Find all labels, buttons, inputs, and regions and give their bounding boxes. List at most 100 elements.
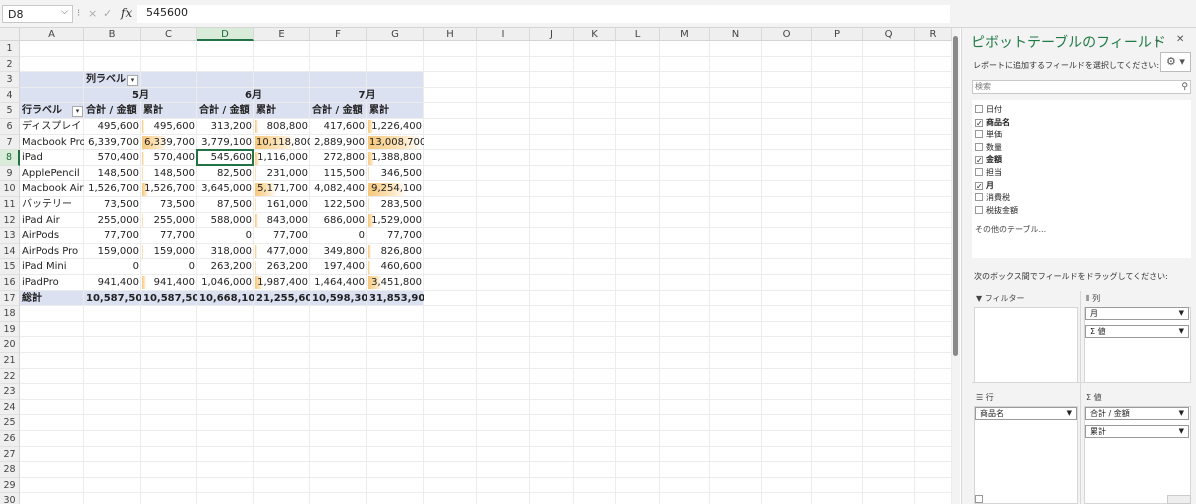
- pivot-value-cell[interactable]: 477,000: [254, 244, 310, 260]
- row-header-9[interactable]: 9: [0, 165, 20, 182]
- field-item[interactable]: 消費税: [975, 192, 1010, 204]
- pivot-value-cell[interactable]: 231,000: [254, 166, 310, 182]
- row-header-11[interactable]: 11: [0, 197, 20, 213]
- column-header-r[interactable]: R: [915, 28, 952, 41]
- pivot-value-cell[interactable]: 1,388,800: [367, 150, 424, 166]
- row-header-14[interactable]: 14: [0, 243, 20, 260]
- formula-input[interactable]: 545600: [137, 5, 950, 23]
- pivot-value-cell[interactable]: 73,500: [84, 197, 141, 213]
- pivot-row-label[interactable]: iPad Air: [20, 213, 84, 229]
- pivot-value-cell[interactable]: 588,000: [197, 213, 254, 229]
- pivot-value-cell[interactable]: 1,464,400: [310, 275, 367, 291]
- row-header-21[interactable]: 21: [0, 353, 20, 369]
- column-header-j[interactable]: J: [530, 28, 574, 41]
- column-header-d[interactable]: D: [197, 28, 254, 41]
- pivot-row-label[interactable]: Macbook Pro: [20, 135, 84, 151]
- pivot-value-cell[interactable]: 255,000: [141, 213, 197, 229]
- column-header-e[interactable]: E: [254, 28, 310, 41]
- pivot-value-cell[interactable]: 1,526,700: [84, 181, 141, 197]
- vertical-scrollbar[interactable]: [952, 28, 960, 504]
- pivot-value-cell[interactable]: 9,254,100: [367, 181, 424, 197]
- chevron-down-icon[interactable]: ⌄: [1153, 34, 1161, 45]
- chevron-down-icon[interactable]: ▼: [1179, 308, 1184, 319]
- row-header-28[interactable]: 28: [0, 462, 20, 478]
- pivot-row-label[interactable]: iPad: [20, 150, 84, 166]
- pivot-value-cell[interactable]: 13,008,700: [367, 135, 424, 151]
- field-item[interactable]: 担当: [975, 167, 1002, 179]
- column-header-o[interactable]: O: [762, 28, 812, 41]
- pivot-value-cell[interactable]: 3,451,800: [367, 275, 424, 291]
- row-header-5[interactable]: 5: [0, 103, 20, 119]
- row-header-13[interactable]: 13: [0, 228, 20, 244]
- column-header-q[interactable]: Q: [863, 28, 915, 41]
- chevron-down-icon[interactable]: ▼: [1179, 408, 1184, 419]
- insert-function-icon[interactable]: fx: [121, 6, 132, 20]
- defer-layout-update-checkbox[interactable]: [975, 495, 986, 504]
- pivot-value-cell[interactable]: 159,000: [141, 244, 197, 260]
- chevron-down-icon[interactable]: ▼: [1179, 426, 1184, 437]
- filter-dropdown-icon[interactable]: ▾: [127, 74, 138, 86]
- enter-icon[interactable]: ✓: [103, 7, 112, 20]
- pivot-value-cell[interactable]: 826,800: [367, 244, 424, 260]
- pivot-value-cell[interactable]: 1,046,000: [197, 275, 254, 291]
- pivot-value-cell[interactable]: 570,400: [141, 150, 197, 166]
- pivot-value-header[interactable]: 合計 / 金額: [310, 103, 367, 119]
- pivot-value-cell[interactable]: 82,500: [197, 166, 254, 182]
- pivot-value-cell[interactable]: 0: [197, 228, 254, 244]
- pivot-row-label[interactable]: iPad Mini: [20, 259, 84, 275]
- pivot-value-cell[interactable]: 3,779,100: [197, 135, 254, 151]
- pivot-value-header[interactable]: 累計: [367, 103, 424, 119]
- pivot-value-cell[interactable]: 5,171,700: [254, 181, 310, 197]
- values-field-cumulative[interactable]: 累計 ▼: [1085, 425, 1189, 438]
- chevron-down-icon[interactable]: ▼: [1179, 326, 1184, 337]
- pivot-value-cell[interactable]: 1,226,400: [367, 119, 424, 135]
- gear-icon[interactable]: ⚙ ▾: [1160, 52, 1191, 72]
- pivot-value-cell[interactable]: 77,700: [254, 228, 310, 244]
- pivot-value-cell[interactable]: 272,800: [310, 150, 367, 166]
- row-header-10[interactable]: 10: [0, 181, 20, 197]
- pivot-value-cell[interactable]: 0: [84, 259, 141, 275]
- worksheet-grid[interactable]: A B C D E F G H I J K L M N O P Q R 1 2 3 4 5 6 7 8 9 10 11 12 13 14 15 1…: [0, 28, 952, 504]
- pivot-value-cell[interactable]: 263,200: [254, 259, 310, 275]
- update-button[interactable]: [1167, 495, 1191, 504]
- pivot-value-header[interactable]: 合計 / 金額: [197, 103, 254, 119]
- row-header-30[interactable]: 30: [0, 493, 20, 504]
- row-header-8[interactable]: 8: [0, 150, 20, 166]
- pivot-value-cell[interactable]: 159,000: [84, 244, 141, 260]
- pivot-value-cell[interactable]: 843,000: [254, 213, 310, 229]
- row-header-12[interactable]: 12: [0, 212, 20, 229]
- field-item[interactable]: 数量: [975, 142, 1002, 154]
- checkbox[interactable]: [975, 205, 983, 214]
- checkbox[interactable]: ✓: [975, 156, 983, 165]
- pivot-value-cell[interactable]: 148,500: [84, 166, 141, 182]
- pivot-row-label[interactable]: ディスプレイ: [20, 119, 84, 135]
- pivot-grand-total-value[interactable]: 10,587,500: [141, 291, 197, 307]
- checkbox[interactable]: [975, 495, 983, 503]
- row-header-3[interactable]: 3: [0, 72, 20, 88]
- pivot-value-header[interactable]: 累計: [141, 103, 197, 119]
- column-header-k[interactable]: K: [574, 28, 616, 41]
- row-header-18[interactable]: 18: [0, 306, 20, 322]
- row-header-15[interactable]: 15: [0, 259, 20, 275]
- name-box[interactable]: D8 ⌵: [2, 5, 73, 23]
- pivot-row-label[interactable]: Macbook Air: [20, 181, 84, 197]
- pivot-value-cell[interactable]: 417,600: [310, 119, 367, 135]
- chevron-down-icon[interactable]: ▼: [1067, 408, 1072, 419]
- row-header-2[interactable]: 2: [0, 56, 20, 73]
- pivot-row-label[interactable]: iPadPro: [20, 275, 84, 291]
- column-header-c[interactable]: C: [141, 28, 197, 41]
- field-item[interactable]: 単価: [975, 129, 1002, 141]
- pivot-value-cell[interactable]: 6,339,700: [141, 135, 197, 151]
- column-header-n[interactable]: N: [710, 28, 762, 41]
- row-header-25[interactable]: 25: [0, 415, 20, 431]
- pivot-value-cell[interactable]: 349,800: [310, 244, 367, 260]
- pivot-value-cell[interactable]: 346,500: [367, 166, 424, 182]
- pivot-value-cell[interactable]: 115,500: [310, 166, 367, 182]
- row-header-27[interactable]: 27: [0, 446, 20, 463]
- pivot-value-cell[interactable]: 941,400: [84, 275, 141, 291]
- pivot-value-cell[interactable]: 460,600: [367, 259, 424, 275]
- column-header-f[interactable]: F: [310, 28, 367, 41]
- checkbox[interactable]: ✓: [975, 181, 983, 190]
- scrollbar-thumb[interactable]: [953, 36, 958, 356]
- pivot-value-cell[interactable]: 941,400: [141, 275, 197, 291]
